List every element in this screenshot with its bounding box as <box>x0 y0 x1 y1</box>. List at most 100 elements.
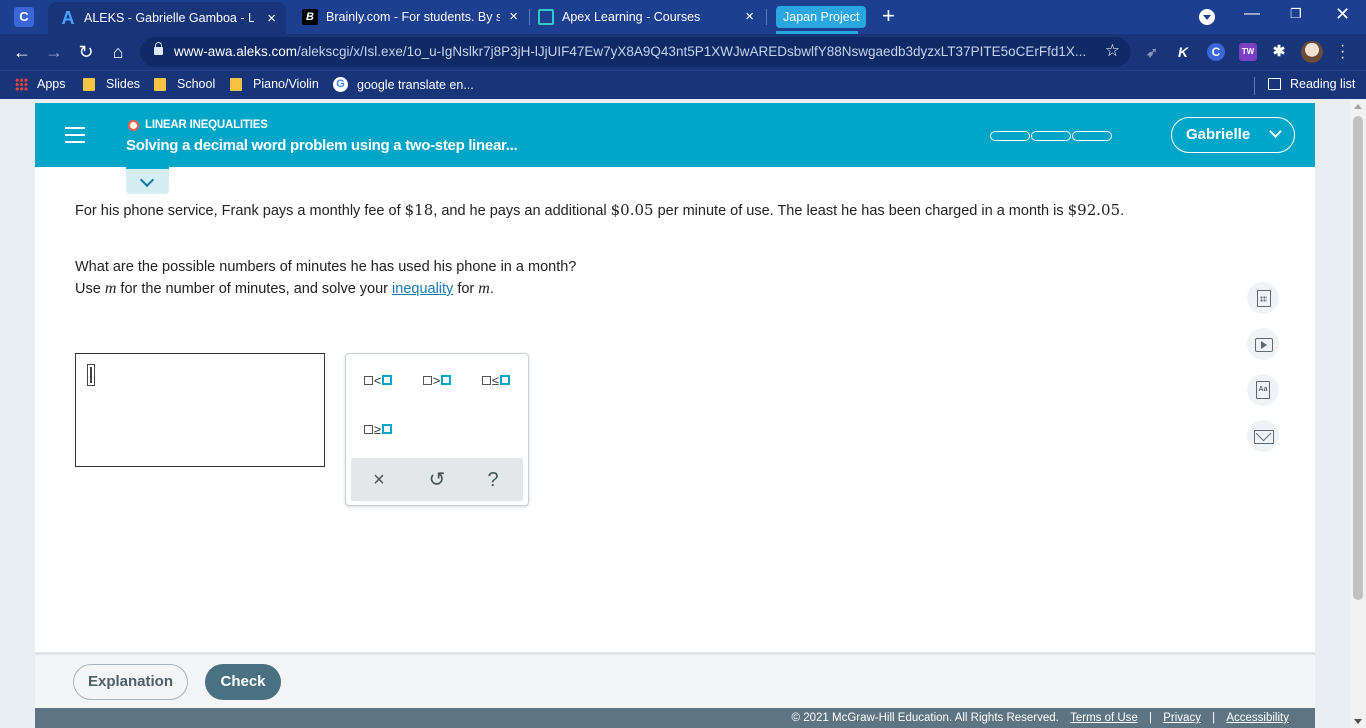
folder-icon <box>83 77 95 91</box>
bookmark-slides[interactable]: Slides <box>83 77 140 91</box>
page-scrollbar[interactable] <box>1350 100 1366 728</box>
progress-segment <box>990 131 1030 141</box>
page-viewport: LINEAR INEQUALITIES Solving a decimal wo… <box>0 100 1350 728</box>
progress-segment <box>1072 131 1112 141</box>
extension-rocket-icon[interactable]: ➶ <box>1143 43 1161 61</box>
privacy-link[interactable]: Privacy <box>1163 712 1201 724</box>
apps-grid-icon <box>15 77 28 91</box>
address-bar[interactable]: www-awa.aleks.com/alekscgi/x/Isl.exe/1o_… <box>140 37 1130 67</box>
extension-k-icon[interactable]: K <box>1174 43 1192 61</box>
profile-avatar[interactable] <box>1301 41 1323 63</box>
clear-icon[interactable]: × <box>359 466 399 494</box>
folder-icon <box>230 77 242 91</box>
problem-statement: For his phone service, Frank pays a mont… <box>75 201 1125 219</box>
topic-header: LINEAR INEQUALITIES Solving a decimal wo… <box>35 103 1315 167</box>
browser-toolbar: ← → ↻ ⌂ www-awa.aleks.com/alekscgi/x/Isl… <box>0 34 1366 70</box>
greater-or-equal-key[interactable]: ≥ <box>353 414 403 444</box>
instruction-line: Use m for the number of minutes, and sol… <box>75 280 494 297</box>
greater-than-key[interactable]: > <box>412 365 462 395</box>
progress-segment <box>1031 131 1071 141</box>
bookmark-label: Apps <box>37 77 66 91</box>
bookmark-google-translate[interactable]: G google translate en... <box>333 77 474 92</box>
question-prompt: What are the possible numbers of minutes… <box>75 257 576 300</box>
check-button[interactable]: Check <box>205 664 281 700</box>
calculator-icon[interactable] <box>1247 282 1279 314</box>
tab-group-label[interactable]: Japan Project <box>776 6 867 28</box>
answer-input[interactable] <box>75 353 325 467</box>
accessibility-link[interactable]: Accessibility <box>1226 712 1289 724</box>
tab-search-icon[interactable] <box>1199 9 1215 25</box>
new-tab-icon[interactable]: + <box>882 5 895 27</box>
minimize-icon[interactable]: — <box>1244 5 1260 23</box>
apex-icon <box>538 9 554 25</box>
bookmarks-divider <box>1254 77 1255 95</box>
tab-title: Brainly.com - For students. By stu <box>326 10 500 24</box>
tab-title: ALEKS - Gabrielle Gamboa - Lear <box>84 11 254 25</box>
less-than-key[interactable]: < <box>353 365 403 395</box>
explanation-button[interactable]: Explanation <box>73 664 188 700</box>
collapse-header-toggle[interactable] <box>126 167 169 194</box>
close-window-icon[interactable]: ✕ <box>1335 4 1350 25</box>
tab-divider <box>766 9 767 25</box>
footer-divider: | <box>1212 712 1216 724</box>
extensions-puzzle-icon[interactable]: ✱ <box>1270 43 1288 61</box>
bookmark-label: Piano/Violin <box>253 77 319 91</box>
home-icon[interactable]: ⌂ <box>106 40 130 64</box>
tab-apex[interactable]: Apex Learning - Courses × <box>526 0 764 34</box>
topic-title: Solving a decimal word problem using a t… <box>126 137 518 154</box>
copyright-bar: © 2021 McGraw-Hill Education. All Rights… <box>35 708 1315 728</box>
scroll-thumb[interactable] <box>1353 116 1363 600</box>
text-cursor <box>87 364 95 386</box>
video-icon[interactable] <box>1247 328 1279 360</box>
bookmark-label: School <box>177 77 216 91</box>
browser-menu-icon[interactable]: · · · <box>1340 38 1346 66</box>
menu-icon[interactable] <box>65 127 85 143</box>
close-tab-icon[interactable]: × <box>509 9 518 24</box>
footer-divider: | <box>1149 712 1153 724</box>
url-text: www-awa.aleks.com/alekscgi/x/Isl.exe/1o_… <box>174 44 1087 59</box>
restore-icon[interactable]: ❐ <box>1290 6 1302 22</box>
dictionary-icon[interactable]: Aa <box>1247 374 1279 406</box>
reload-icon[interactable]: ↻ <box>74 40 98 64</box>
bookmark-school[interactable]: School <box>154 77 215 91</box>
back-icon[interactable]: ← <box>10 40 34 64</box>
user-menu-button[interactable]: Gabrielle <box>1171 117 1295 153</box>
copyright-text: © 2021 McGraw-Hill Education. All Rights… <box>791 712 1059 724</box>
scroll-down-icon[interactable] <box>1354 719 1362 724</box>
extension-c-icon[interactable]: C <box>1207 43 1225 61</box>
google-icon: G <box>333 77 348 92</box>
extension-tw-icon[interactable]: TW <box>1239 43 1257 61</box>
inequality-link[interactable]: inequality <box>392 281 453 297</box>
reading-list-button[interactable]: Reading list <box>1268 77 1355 91</box>
reading-list-label: Reading list <box>1290 77 1356 91</box>
user-name: Gabrielle <box>1186 126 1251 143</box>
tab-brainly[interactable]: B Brainly.com - For students. By stu × <box>290 0 528 34</box>
message-icon[interactable] <box>1247 420 1279 452</box>
brainly-icon: B <box>302 9 318 25</box>
keypad-actions: × ↺ ? <box>351 458 523 501</box>
chevron-down-icon <box>1269 125 1282 138</box>
scroll-up-icon[interactable] <box>1354 104 1362 109</box>
close-tab-icon[interactable]: × <box>267 11 276 26</box>
close-tab-icon[interactable]: × <box>745 9 754 24</box>
folder-icon <box>154 77 166 91</box>
bookmark-apps[interactable]: Apps <box>15 77 66 91</box>
math-keypad: < > ≤ ≥ × ↺ ? <box>345 353 529 506</box>
aleks-icon: A <box>61 8 75 28</box>
bookmark-label: google translate en... <box>357 77 474 92</box>
terms-link[interactable]: Terms of Use <box>1070 712 1138 724</box>
undo-icon[interactable]: ↺ <box>417 466 457 494</box>
forward-icon[interactable]: → <box>42 40 66 64</box>
tab-aleks[interactable]: A ALEKS - Gabrielle Gamboa - Lear × <box>48 2 286 34</box>
app-menu-icon[interactable]: C <box>14 7 34 27</box>
topic-category: LINEAR INEQUALITIES <box>145 119 268 131</box>
bookmarks-bar: Apps Slides School Piano/Violin G google… <box>0 70 1366 99</box>
help-icon[interactable]: ? <box>473 466 513 494</box>
bookmark-piano-violin[interactable]: Piano/Violin <box>230 77 319 91</box>
question-panel: For his phone service, Frank pays a mont… <box>35 167 1315 652</box>
lock-icon <box>154 42 163 55</box>
bookmark-star-icon[interactable]: ☆ <box>1105 41 1120 61</box>
tab-title: Apex Learning - Courses <box>562 10 701 24</box>
bookmark-label: Slides <box>106 77 141 91</box>
less-or-equal-key[interactable]: ≤ <box>471 365 521 395</box>
